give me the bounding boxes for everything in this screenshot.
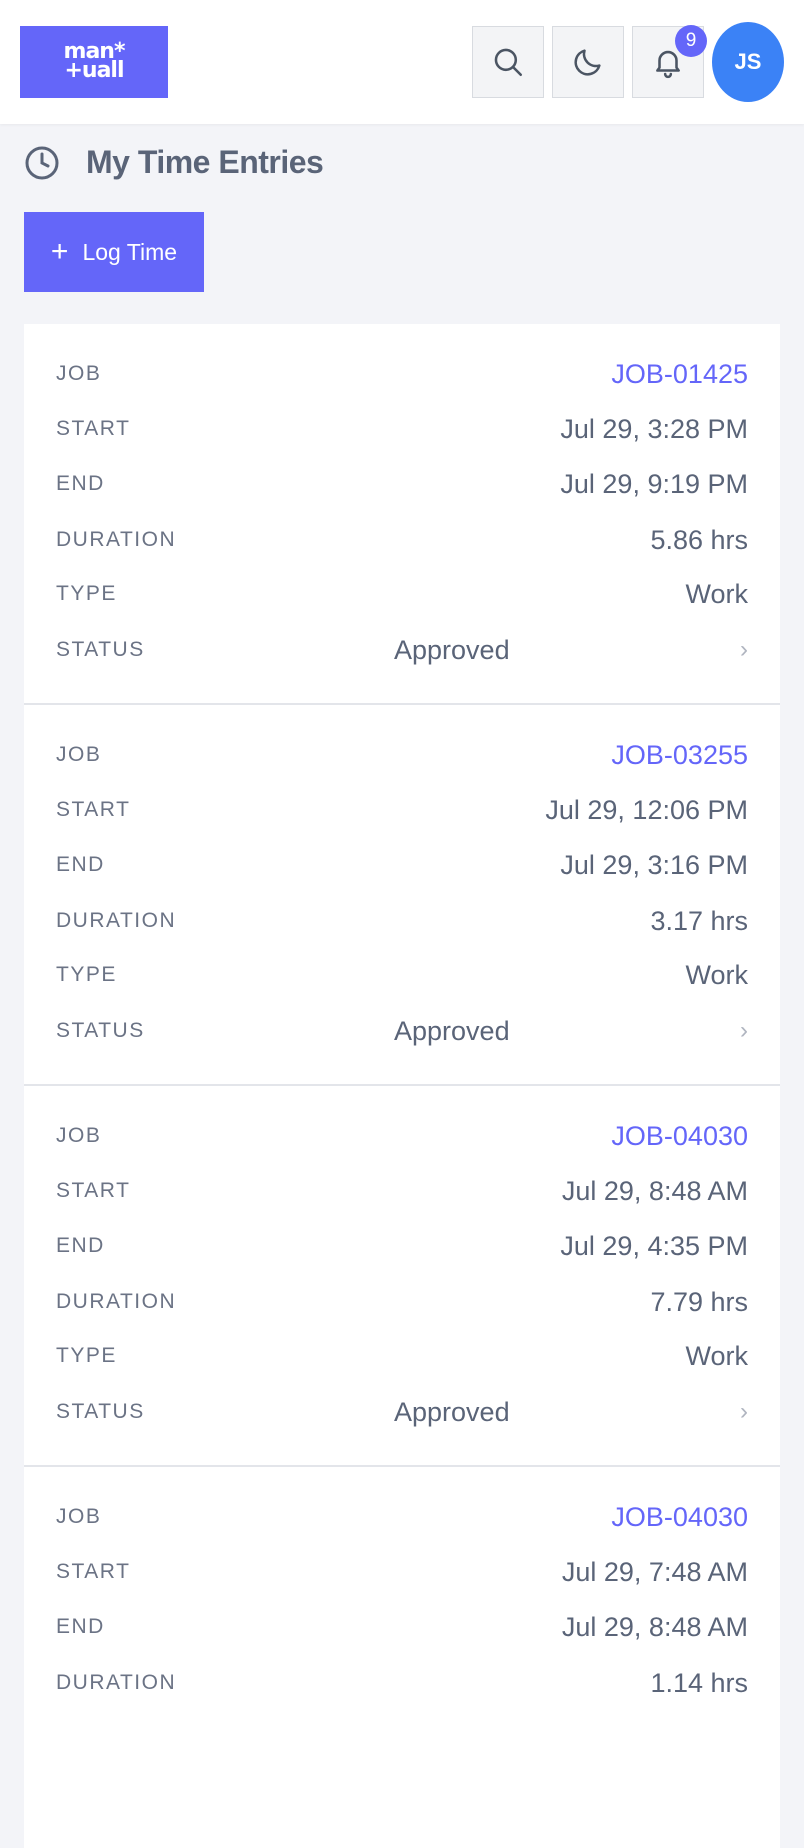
end-label: END: [56, 1615, 105, 1638]
start-value: Jul 29, 12:06 PM: [545, 794, 748, 825]
type-row: TYPE Work: [56, 1336, 748, 1376]
start-label: START: [56, 798, 131, 821]
job-link[interactable]: JOB-01425: [611, 359, 748, 390]
page-header: My Time Entries: [24, 144, 324, 181]
start-label: START: [56, 1560, 131, 1583]
duration-label: DURATION: [56, 909, 177, 932]
status-label: STATUS: [56, 1019, 145, 1042]
start-value: Jul 29, 7:48 AM: [561, 1556, 748, 1587]
chevron-right-icon[interactable]: ›: [740, 1398, 748, 1426]
status-label: STATUS: [56, 638, 145, 661]
job-row: JOB JOB-04030: [56, 1116, 748, 1156]
theme-toggle-button[interactable]: [552, 26, 624, 98]
job-label: JOB: [56, 1124, 102, 1147]
status-value: Approved: [394, 1015, 510, 1046]
page-title: My Time Entries: [86, 144, 324, 180]
job-row: JOB JOB-01425: [56, 354, 748, 394]
log-time-button[interactable]: + Log Time: [24, 212, 204, 292]
end-value: Jul 29, 3:16 PM: [560, 849, 748, 880]
status-value: Approved: [394, 1396, 510, 1427]
start-row: START Jul 29, 3:28 PM: [56, 409, 748, 449]
status-row: STATUS Approved ›: [56, 630, 748, 670]
moon-icon: [574, 49, 601, 76]
job-label: JOB: [56, 743, 102, 766]
duration-value: 3.17 hrs: [650, 905, 748, 936]
job-label: JOB: [56, 362, 102, 385]
plus-icon: +: [50, 235, 69, 268]
type-value: Work: [685, 959, 748, 990]
start-row: START Jul 29, 12:06 PM: [56, 790, 748, 830]
type-label: TYPE: [56, 1344, 117, 1367]
end-label: END: [56, 472, 105, 495]
duration-row: DURATION 7.79 hrs: [56, 1282, 748, 1322]
end-row: END Jul 29, 3:16 PM: [56, 845, 748, 885]
app-logo[interactable]: man* +uall: [20, 26, 168, 98]
job-link[interactable]: JOB-04030: [611, 1121, 748, 1152]
job-link[interactable]: JOB-04030: [611, 1502, 748, 1533]
log-time-label: Log Time: [82, 238, 178, 265]
duration-row: DURATION 5.86 hrs: [56, 520, 748, 560]
end-value: Jul 29, 9:19 PM: [560, 468, 748, 499]
status-row: STATUS Approved ›: [56, 1392, 748, 1432]
time-entry-card[interactable]: JOB JOB-03255 START Jul 29, 12:06 PM END…: [24, 705, 780, 1086]
job-row: JOB JOB-03255: [56, 735, 748, 775]
type-value: Work: [685, 578, 748, 609]
end-label: END: [56, 853, 105, 876]
duration-value: 5.86 hrs: [650, 524, 748, 555]
notifications-button[interactable]: 9: [632, 25, 707, 98]
end-row: END Jul 29, 4:35 PM: [56, 1226, 748, 1266]
time-entry-card[interactable]: JOB JOB-04030 START Jul 29, 8:48 AM END …: [24, 1086, 780, 1467]
duration-row: DURATION 1.14 hrs: [56, 1663, 748, 1703]
duration-label: DURATION: [56, 1671, 177, 1694]
top-bar: man* +uall 9 JS: [0, 0, 804, 124]
start-label: START: [56, 417, 131, 440]
status-label: STATUS: [56, 1400, 145, 1423]
start-row: START Jul 29, 8:48 AM: [56, 1171, 748, 1211]
type-label: TYPE: [56, 582, 117, 605]
type-row: TYPE Work: [56, 955, 748, 995]
time-entry-card[interactable]: JOB JOB-04030 START Jul 29, 7:48 AM END …: [24, 1467, 780, 1848]
job-link[interactable]: JOB-03255: [611, 740, 748, 771]
start-value: Jul 29, 8:48 AM: [561, 1175, 748, 1206]
duration-row: DURATION 3.17 hrs: [56, 901, 748, 941]
user-avatar[interactable]: JS: [712, 22, 784, 102]
duration-label: DURATION: [56, 528, 177, 551]
chevron-right-icon[interactable]: ›: [740, 636, 748, 664]
duration-value: 1.14 hrs: [650, 1667, 748, 1698]
time-entry-card[interactable]: JOB JOB-01425 START Jul 29, 3:28 PM END …: [24, 324, 780, 705]
search-icon: [494, 48, 523, 77]
end-label: END: [56, 1234, 105, 1257]
duration-value: 7.79 hrs: [650, 1286, 748, 1317]
job-label: JOB: [56, 1505, 102, 1528]
clock-icon: [25, 146, 59, 179]
status-value: Approved: [394, 634, 510, 665]
end-value: Jul 29, 4:35 PM: [560, 1230, 748, 1261]
job-row: JOB JOB-04030: [56, 1497, 748, 1537]
start-row: START Jul 29, 7:48 AM: [56, 1552, 748, 1592]
end-value: Jul 29, 8:48 AM: [561, 1611, 748, 1642]
duration-label: DURATION: [56, 1290, 177, 1313]
type-label: TYPE: [56, 963, 117, 986]
end-row: END Jul 29, 9:19 PM: [56, 464, 748, 504]
type-row: TYPE Work: [56, 574, 748, 614]
chevron-right-icon[interactable]: ›: [740, 1017, 748, 1045]
type-value: Work: [685, 1340, 748, 1371]
start-value: Jul 29, 3:28 PM: [560, 413, 748, 444]
notification-count-badge: 9: [675, 25, 707, 57]
start-label: START: [56, 1179, 131, 1202]
search-button[interactable]: [472, 26, 544, 98]
status-row: STATUS Approved ›: [56, 1011, 748, 1051]
end-row: END Jul 29, 8:48 AM: [56, 1607, 748, 1647]
time-entries-list: JOB JOB-01425 START Jul 29, 3:28 PM END …: [24, 324, 780, 1848]
